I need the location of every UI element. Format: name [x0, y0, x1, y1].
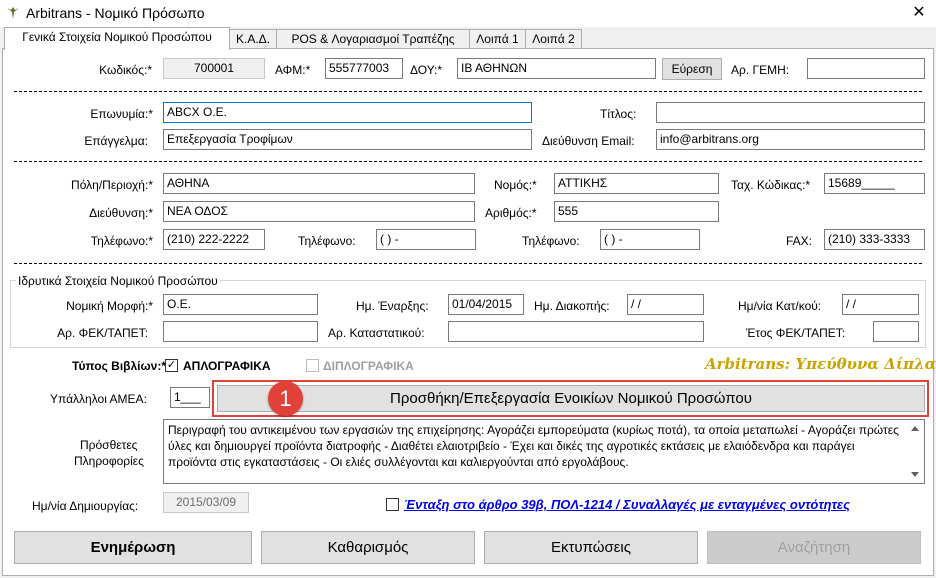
title-label: Τίτλος: [600, 107, 637, 121]
fek-year-field[interactable] [873, 321, 919, 342]
window-title: Arbitrans - Νομικό Πρόσωπο [26, 5, 205, 21]
fax-label: FAX: [786, 234, 813, 248]
fek-label: Αρ. ΦΕΚ/ΤΑΠΕΤ: [57, 326, 148, 340]
fax-field[interactable]: (210) 333-3333 [824, 229, 925, 250]
notes-label-line2: Πληροφορίες [74, 454, 144, 468]
email-label: Διεύθυνση Email: [542, 134, 635, 148]
statute-label: Αρ. Καταστατικού: [328, 326, 425, 340]
statute-field[interactable] [448, 321, 704, 342]
zip-label: Ταχ. Κώδικας:* [731, 178, 811, 192]
separator [14, 91, 922, 92]
reg-date-label: Ημ/νία Κατ/κού: [738, 299, 822, 313]
simple-books-checkbox[interactable]: ✓ [165, 359, 178, 372]
name-field[interactable]: ABCX Ο.Ε. [163, 102, 532, 123]
address-label: Διεύθυνση:* [89, 206, 153, 220]
legal-form-label: Νομική Μορφή:* [66, 299, 153, 313]
phone2-label: Τηλέφωνο: [298, 234, 356, 248]
name-label: Επωνυμία:* [90, 107, 153, 121]
prefecture-label: Νομός:* [494, 178, 537, 192]
double-books-checkbox [306, 359, 319, 372]
gemi-field[interactable] [807, 58, 925, 79]
tab-strip: Γενικά Στοιχεία Νομικού Προσώπου Κ.Α.Δ. … [0, 27, 936, 50]
code-field: 700001 [163, 58, 265, 79]
rent-edit-button[interactable]: Προσθήκη/Επεξεργασία Ενοικίων Νομικού Πρ… [217, 385, 925, 412]
simple-books-label: ΑΠΛΟΓΡΑΦΙΚΑ [183, 359, 271, 373]
start-date-field[interactable]: 01/04/2015 [448, 294, 524, 315]
phone3-label: Τηλέφωνο: [522, 234, 580, 248]
slogan-text: Arbitrans: Υπεύθυνα Δίπλα σας [705, 355, 936, 373]
city-field[interactable]: ΑΘΗΝΑ [163, 173, 475, 194]
code-label: Κωδικός:* [99, 63, 152, 77]
doy-field[interactable]: ΙΒ ΑΘΗΝΩΝ [457, 58, 656, 79]
notes-label-line1: Πρόσθετες [80, 438, 138, 452]
search-button: Αναζήτηση [707, 531, 921, 564]
city-label: Πόλη/Περιοχή:* [71, 178, 153, 192]
gemi-label: Αρ. ΓΕΜΗ: [731, 63, 790, 77]
disabled-employees-label: Υπάλληλοι ΑΜΕΑ: [50, 392, 147, 406]
profession-label: Επάγγελμα: [84, 134, 148, 148]
phone3-field[interactable]: ( ) - [600, 229, 700, 250]
zip-field[interactable]: 15689_____ [824, 173, 925, 194]
email-field[interactable]: info@arbitrans.org [656, 129, 925, 150]
article-39b-link[interactable]: Ένταξη στο άρθρο 39β, ΠΟΛ-1214 / Συναλλα… [404, 497, 850, 513]
scroll-down-icon[interactable] [911, 472, 919, 477]
scroll-up-icon[interactable] [911, 426, 919, 431]
notes-scrollbar[interactable] [907, 420, 924, 483]
tab-kad[interactable]: Κ.Α.Δ. [229, 29, 277, 49]
afm-label: ΑΦΜ:* [275, 63, 311, 77]
phone1-field[interactable]: (210) 222-2222 [163, 229, 265, 250]
title-bar: Arbitrans - Νομικό Πρόσωπο ✕ [0, 0, 936, 27]
legal-form-field[interactable]: Ο.Ε. [163, 294, 318, 315]
separator [14, 161, 922, 162]
close-icon[interactable]: ✕ [906, 2, 932, 24]
clear-button[interactable]: Καθαρισμός [261, 531, 475, 564]
creation-date-label: Ημ/νία Δημιουργίας: [32, 499, 139, 513]
stop-date-label: Ημ. Διακοπής: [534, 299, 610, 313]
notes-textarea[interactable]: Περιγραφή του αντικειμένου των εργασιών … [163, 419, 925, 484]
books-type-label: Τύπος Βιβλίων:* [72, 359, 166, 373]
prefecture-field[interactable]: ΑΤΤΙΚΗΣ [554, 173, 719, 194]
tab-misc2[interactable]: Λοιπά 2 [525, 29, 582, 49]
double-books-label: ΔΙΠΛΟΓΡΑΦΙΚΑ [323, 359, 414, 373]
fek-year-label: Έτος ΦΕΚ/ΤΑΠΕΤ: [746, 326, 846, 340]
start-date-label: Ημ. Έναρξης: [356, 299, 429, 313]
print-button[interactable]: Εκτυπώσεις [484, 531, 698, 564]
phone1-label: Τηλέφωνο:* [90, 234, 153, 248]
fek-field[interactable] [163, 321, 318, 342]
founding-group-legend: Ιδρυτικά Στοιχεία Νομικού Προσώπου [16, 273, 220, 289]
doy-label: ΔΟΥ:* [410, 63, 443, 77]
reg-date-field[interactable]: / / [842, 294, 919, 315]
update-button[interactable]: Ενημέρωση [14, 531, 252, 564]
tab-pos-bank[interactable]: POS & Λογαριασμοί Τραπέζης [276, 29, 470, 49]
number-label: Αριθμός:* [485, 206, 537, 220]
tab-general[interactable]: Γενικά Στοιχεία Νομικού Προσώπου [4, 27, 230, 50]
tab-misc1[interactable]: Λοιπά 1 [469, 29, 526, 49]
title-field[interactable] [656, 102, 925, 123]
profession-field[interactable]: Επεξεργασία Τροφίμων [163, 129, 532, 150]
number-field[interactable]: 555 [554, 201, 719, 222]
article-39b-checkbox[interactable] [386, 498, 399, 511]
disabled-employees-field[interactable]: 1___ [170, 387, 210, 408]
search-doy-button[interactable]: Εύρεση [662, 58, 722, 80]
afm-field[interactable]: 555777003 [325, 58, 403, 79]
address-field[interactable]: ΝΕΑ ΟΔΟΣ [163, 201, 475, 222]
creation-date-field: 2015/03/09 [163, 492, 249, 513]
phone2-field[interactable]: ( ) - [376, 229, 476, 250]
stop-date-field[interactable]: / / [627, 294, 704, 315]
separator [14, 263, 922, 264]
bird-logo-icon [6, 6, 20, 20]
step-badge: 1 [268, 381, 303, 416]
